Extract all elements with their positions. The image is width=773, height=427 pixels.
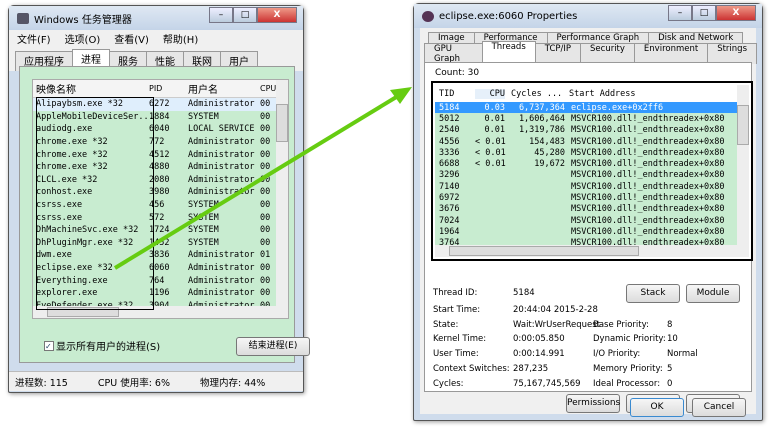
arrow-annotation (113, 87, 412, 270)
